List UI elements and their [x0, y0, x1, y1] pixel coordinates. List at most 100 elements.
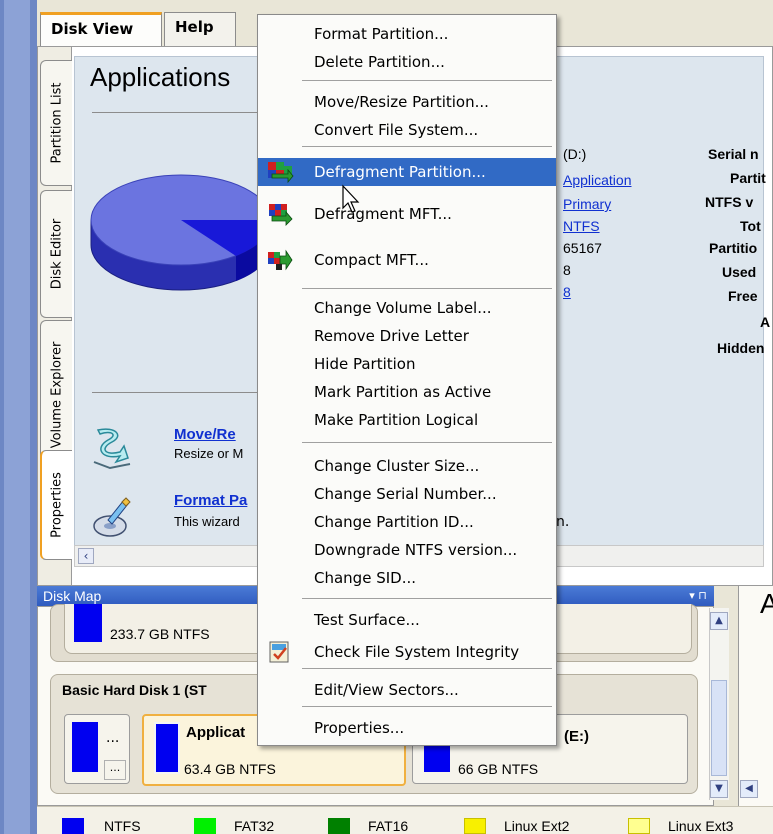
partition-info-key: Partit: [730, 170, 766, 186]
menu-item-label: Change Serial Number...: [314, 485, 497, 503]
partition-label: ...: [106, 730, 120, 746]
vtab-disk-editor[interactable]: Disk Editor: [40, 190, 72, 318]
legend-swatch: [464, 818, 486, 834]
menu-item-label: Downgrade NTFS version...: [314, 541, 518, 559]
disk-usage-pie-chart: [90, 174, 272, 291]
menu-item-label: Move/Resize Partition...: [314, 93, 489, 111]
partition-info-key: Free: [728, 288, 758, 304]
menu-separator: [302, 598, 552, 599]
partition-info-value[interactable]: 8: [563, 284, 571, 300]
partition-info-key: Tot: [740, 218, 761, 234]
menu-item-label: Convert File System...: [314, 121, 479, 139]
menu-item-label: Defragment Partition...: [314, 163, 486, 181]
menu-item-label: Defragment MFT...: [314, 205, 452, 223]
tab-disk-view[interactable]: Disk View: [40, 12, 162, 46]
ntfs-color-swatch: [154, 722, 180, 774]
pin-icon[interactable]: ▾ ⊓: [682, 586, 714, 606]
menu-item-label: Make Partition Logical: [314, 411, 479, 429]
menu-separator: [302, 80, 552, 81]
mouse-cursor-icon: [342, 184, 360, 213]
side-panel-title: A: [760, 588, 773, 619]
partition-info-value[interactable]: Primary: [563, 196, 611, 212]
legend-swatch: [328, 818, 350, 834]
menu-item-label: Format Partition...: [314, 25, 449, 43]
partition-info-key: NTFS v: [705, 194, 754, 210]
menu-item-change-partition-id[interactable]: Change Partition ID...: [258, 508, 556, 536]
scroll-left-icon[interactable]: ‹: [78, 548, 94, 564]
menu-item-mark-partition-as-active[interactable]: Mark Partition as Active: [258, 378, 556, 406]
menu-item-defragment-partition[interactable]: Defragment Partition...: [258, 158, 556, 186]
scroll-down-icon[interactable]: ▼: [710, 780, 728, 798]
menu-item-change-serial-number[interactable]: Change Serial Number...: [258, 480, 556, 508]
menu-item-label: Hide Partition: [314, 355, 416, 373]
partition-info-key: A: [760, 314, 771, 330]
page-title: Applications: [90, 62, 231, 92]
menu-item-delete-partition[interactable]: Delete Partition...: [258, 48, 556, 76]
compact-mft-icon: [266, 248, 294, 272]
menu-item-label: Change Cluster Size...: [314, 457, 480, 475]
menu-separator: [302, 288, 552, 289]
disk-1-label: Basic Hard Disk 1 (ST: [62, 682, 207, 698]
menu-item-label: Properties...: [314, 719, 405, 737]
menu-item-change-volume-label[interactable]: Change Volume Label...: [258, 294, 556, 322]
partition-info-value[interactable]: NTFS: [563, 218, 600, 234]
menu-item-label: Edit/View Sectors...: [314, 681, 459, 699]
move-resize-link[interactable]: Move/Re: [174, 426, 236, 443]
menu-item-label: Compact MFT...: [314, 251, 429, 269]
description-tail: n.: [556, 514, 570, 530]
ntfs-color-swatch: [74, 604, 102, 642]
format-partition-link[interactable]: Format Pa: [174, 492, 247, 509]
partition-info-value: 65167: [563, 240, 602, 256]
menu-item-test-surface[interactable]: Test Surface...: [258, 606, 556, 634]
menu-item-make-partition-logical[interactable]: Make Partition Logical: [258, 406, 556, 434]
partition-more-button[interactable]: ...: [104, 760, 126, 780]
menu-item-check-file-system-integrity[interactable]: Check File System Integrity: [258, 638, 556, 666]
partition-name: (E:): [564, 728, 589, 745]
defragment-mft-icon: [266, 202, 294, 226]
vtab-label: Disk Editor: [49, 218, 64, 290]
menu-item-downgrade-ntfs-version[interactable]: Downgrade NTFS version...: [258, 536, 556, 564]
menu-item-convert-file-system[interactable]: Convert File System...: [258, 116, 556, 144]
partition-size: 66 GB NTFS: [458, 761, 539, 777]
menu-item-edit-view-sectors[interactable]: Edit/View Sectors...: [258, 676, 556, 704]
divider: [92, 112, 262, 113]
format-partition-description: This wizard: [174, 514, 240, 529]
legend-label: NTFS: [104, 818, 141, 834]
vtab-volume-explorer[interactable]: Volume Explorer: [40, 320, 72, 470]
vtab-label: Properties: [49, 472, 65, 538]
menu-item-format-partition[interactable]: Format Partition...: [258, 20, 556, 48]
menu-item-hide-partition[interactable]: Hide Partition: [258, 350, 556, 378]
menu-item-label: Remove Drive Letter: [314, 327, 469, 345]
vtab-properties[interactable]: Properties: [40, 450, 72, 560]
menu-item-label: Delete Partition...: [314, 53, 445, 71]
partition-info-value: 8: [563, 262, 571, 278]
menu-item-change-cluster-size[interactable]: Change Cluster Size...: [258, 452, 556, 480]
defragment-partition-icon: [266, 160, 294, 184]
menu-item-properties[interactable]: Properties...: [258, 714, 556, 742]
vtab-partition-list[interactable]: Partition List: [40, 60, 72, 186]
legend-swatch: [62, 818, 84, 834]
menu-item-compact-mft[interactable]: Compact MFT...: [258, 246, 556, 274]
menu-item-move-resize-partition[interactable]: Move/Resize Partition...: [258, 88, 556, 116]
partition-info-key: Used: [722, 264, 757, 280]
legend-label: Linux Ext2: [504, 818, 570, 834]
menu-item-defragment-mft[interactable]: Defragment MFT...: [258, 200, 556, 228]
menu-item-remove-drive-letter[interactable]: Remove Drive Letter: [258, 322, 556, 350]
scroll-up-icon[interactable]: ▲: [710, 612, 728, 630]
menu-item-change-sid[interactable]: Change SID...: [258, 564, 556, 592]
scrollbar-thumb[interactable]: [711, 680, 727, 776]
menu-item-label: Mark Partition as Active: [314, 383, 492, 401]
menu-item-label: Change SID...: [314, 569, 416, 587]
scroll-left-icon[interactable]: ◀: [740, 780, 758, 798]
check-file-system-icon: [266, 640, 294, 664]
menu-item-label: Test Surface...: [314, 611, 420, 629]
menu-separator: [302, 706, 552, 707]
partition-info-value[interactable]: Application: [563, 172, 632, 188]
legend-swatch: [194, 818, 216, 834]
menu-item-label: Change Partition ID...: [314, 513, 474, 531]
tab-help[interactable]: Help: [164, 12, 236, 46]
legend-label: Linux Ext3: [668, 818, 734, 834]
menu-item-label: Change Volume Label...: [314, 299, 492, 317]
menu-separator: [302, 668, 552, 669]
legend-label: FAT32: [234, 818, 275, 834]
